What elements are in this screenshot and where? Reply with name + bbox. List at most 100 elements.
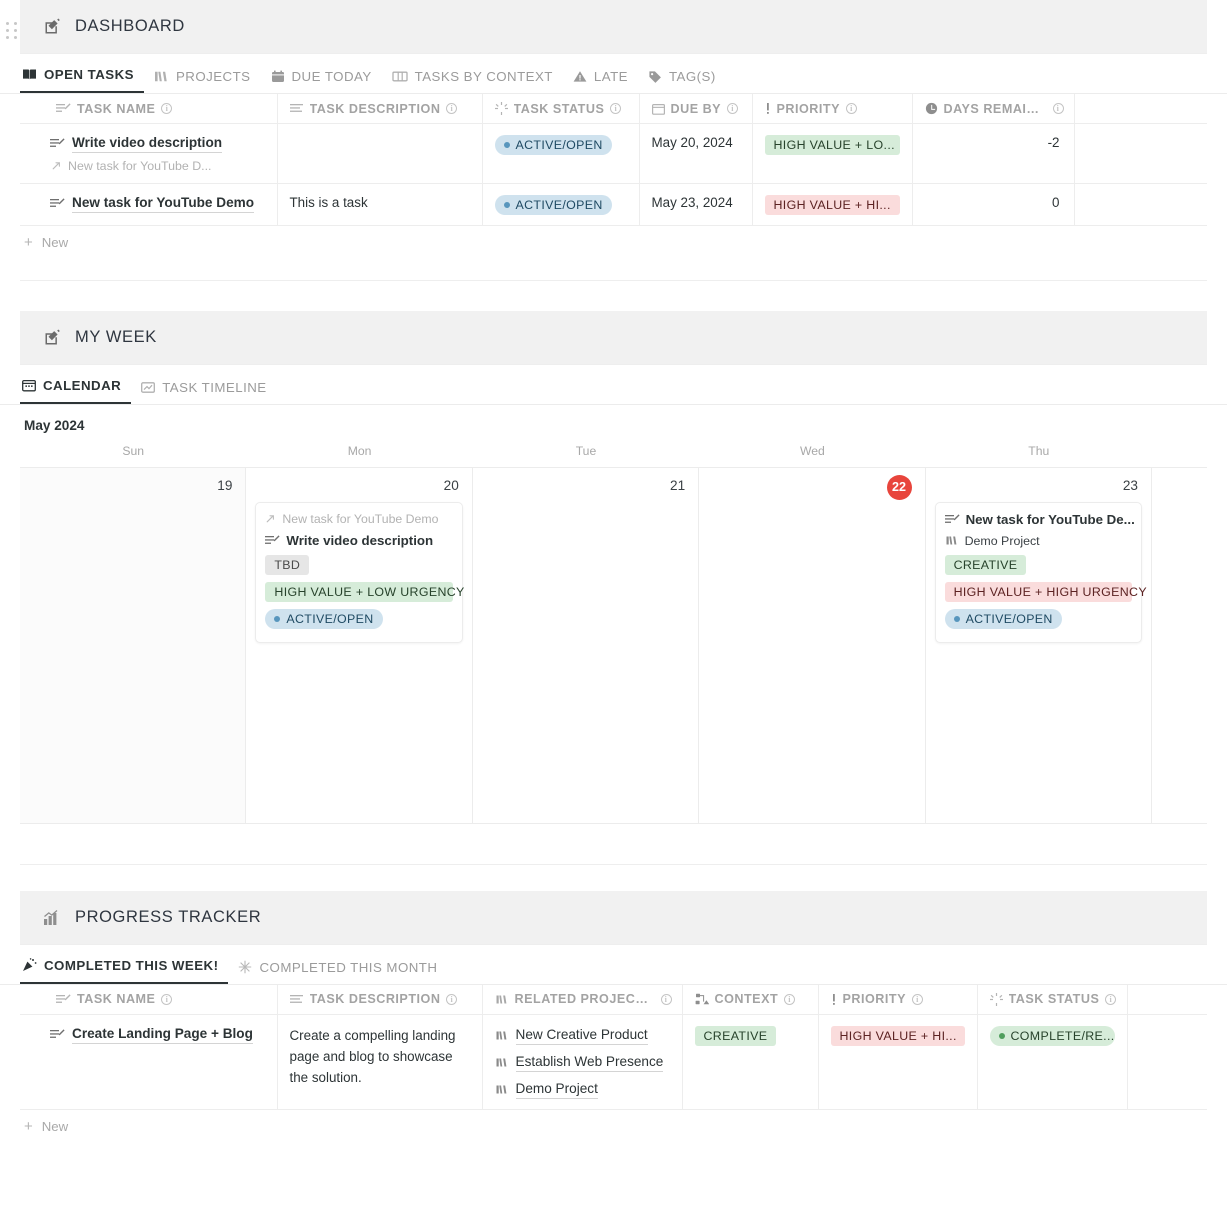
- column-days-remaining[interactable]: DAYS REMAIN... i: [912, 94, 1074, 124]
- related-project-link[interactable]: Establish Web Presence: [516, 1054, 664, 1072]
- info-icon[interactable]: i: [446, 994, 457, 1005]
- tab-calendar[interactable]: CALENDAR: [20, 378, 131, 404]
- cell-task-description[interactable]: This is a task: [277, 183, 482, 225]
- calendar-event-card[interactable]: New task for YouTube De... Demo Project …: [935, 502, 1142, 643]
- drag-handle-icon[interactable]: [6, 22, 18, 40]
- due-date-text: May 23, 2024: [640, 184, 752, 220]
- info-icon[interactable]: i: [912, 994, 923, 1005]
- status-label: ACTIVE/OPEN: [286, 612, 373, 626]
- add-new-completed-row[interactable]: + New: [0, 1110, 1227, 1143]
- status-label: ACTIVE/OPEN: [516, 198, 603, 212]
- books-icon: [945, 535, 959, 546]
- status-label: ACTIVE/OPEN: [516, 138, 603, 152]
- column-due-by[interactable]: DUE BY i: [639, 94, 752, 124]
- calendar-day-cell-partial[interactable]: [1152, 468, 1207, 823]
- tab-task-timeline[interactable]: TASK TIMELINE: [131, 380, 276, 404]
- info-icon[interactable]: i: [446, 103, 457, 114]
- status-label: ACTIVE/OPEN: [966, 612, 1053, 626]
- calendar-day-cell-21[interactable]: 21: [473, 468, 699, 823]
- tab-tags[interactable]: TAG(S): [638, 69, 726, 93]
- column-context[interactable]: CONTEXT i: [682, 985, 818, 1015]
- task-name-link[interactable]: Write video description: [72, 135, 222, 153]
- cell-days-remaining[interactable]: -2: [912, 124, 1074, 184]
- tab-open-tasks[interactable]: OPEN TASKS: [20, 67, 144, 93]
- column-task-status[interactable]: TASK STATUS i: [482, 94, 639, 124]
- calendar-day-cell-20[interactable]: 20 New task for YouTube Demo Write video…: [246, 468, 472, 823]
- task-name-link[interactable]: New task for YouTube Demo: [72, 195, 254, 213]
- column-priority[interactable]: PRIORITY i: [752, 94, 912, 124]
- task-lines-icon: [50, 198, 65, 209]
- cell-days-remaining[interactable]: 0: [912, 183, 1074, 225]
- cell-task-description[interactable]: [277, 124, 482, 184]
- info-icon[interactable]: i: [1105, 994, 1116, 1005]
- tab-completed-this-month[interactable]: COMPLETED THIS MONTH: [228, 960, 447, 984]
- cell-task-name[interactable]: Create Landing Page + Blog: [20, 1014, 277, 1109]
- info-icon[interactable]: i: [727, 103, 738, 114]
- tab-completed-this-week[interactable]: COMPLETED THIS WEEK!: [20, 958, 228, 984]
- column-task-description[interactable]: TASK DESCRIPTION i: [277, 94, 482, 124]
- info-icon[interactable]: i: [661, 994, 672, 1005]
- cell-task-status[interactable]: ACTIVE/OPEN: [482, 183, 639, 225]
- cell-priority[interactable]: HIGH VALUE + LO...: [752, 124, 912, 184]
- tab-label: OPEN TASKS: [44, 67, 134, 82]
- calendar-month-label: May 2024: [0, 405, 1227, 444]
- my-week-tab-bar: CALENDAR TASK TIMELINE: [0, 365, 1227, 405]
- clock-icon: [925, 102, 938, 115]
- related-project-link[interactable]: Demo Project: [516, 1081, 598, 1099]
- cell-task-name[interactable]: Write video description New task for You…: [20, 124, 277, 184]
- related-project-link[interactable]: New Creative Product: [516, 1027, 648, 1045]
- context-badge: CREATIVE: [695, 1026, 777, 1046]
- books-icon: [495, 994, 509, 1005]
- tab-label: TASK TIMELINE: [162, 380, 266, 395]
- tab-projects[interactable]: PROJECTS: [144, 69, 261, 93]
- edit-square-icon: [42, 328, 61, 347]
- info-icon[interactable]: i: [161, 103, 172, 114]
- column-task-status[interactable]: TASK STATUS i: [977, 985, 1127, 1015]
- book-icon: [22, 68, 37, 81]
- cell-due-by[interactable]: May 23, 2024: [639, 183, 752, 225]
- section-banner-my-week: MY WEEK: [20, 311, 1207, 364]
- divider: [20, 280, 1207, 281]
- cell-task-name[interactable]: New task for YouTube Demo: [20, 183, 277, 225]
- column-related-projects[interactable]: RELATED PROJECT(S) i: [482, 985, 682, 1015]
- status-label: COMPLETE/RE...: [1011, 1029, 1115, 1043]
- column-task-description[interactable]: TASK DESCRIPTION i: [277, 985, 482, 1015]
- tab-late[interactable]: LATE: [563, 69, 638, 93]
- info-icon[interactable]: i: [161, 994, 172, 1005]
- add-new-task-row[interactable]: + New: [0, 226, 1227, 259]
- open-tasks-table: TASK NAME i TASK DESCRIPTION i TASK STAT…: [0, 94, 1227, 226]
- calendar-event-card[interactable]: New task for YouTube Demo Write video de…: [255, 502, 462, 643]
- info-icon[interactable]: i: [1053, 103, 1064, 114]
- cell-priority[interactable]: HIGH VALUE + HI...: [752, 183, 912, 225]
- arrow-up-right-icon: [265, 513, 276, 524]
- cell-priority[interactable]: HIGH VALUE + HI...: [818, 1014, 977, 1109]
- tab-tasks-by-context[interactable]: TASKS BY CONTEXT: [382, 69, 563, 93]
- new-row-label: New: [42, 1119, 68, 1134]
- calendar-day-cell-19[interactable]: 19: [20, 468, 246, 823]
- info-icon[interactable]: i: [846, 103, 857, 114]
- calendar-grid-icon: [22, 379, 36, 392]
- cell-task-status[interactable]: COMPLETE/RE...: [977, 1014, 1127, 1109]
- cell-task-status[interactable]: ACTIVE/OPEN: [482, 124, 639, 184]
- calendar-day-cell-22[interactable]: 22: [699, 468, 925, 823]
- cell-related-projects[interactable]: New Creative Product Establish Web Prese…: [482, 1014, 682, 1109]
- column-task-name[interactable]: TASK NAME i: [20, 94, 277, 124]
- column-priority[interactable]: PRIORITY i: [818, 985, 977, 1015]
- text-lines-icon: [290, 994, 304, 1005]
- exclamation-icon: [831, 993, 837, 1006]
- cell-due-by[interactable]: May 20, 2024: [639, 124, 752, 184]
- calendar-day-cell-23[interactable]: 23 New task for YouTube De... Demo Proje…: [926, 468, 1152, 823]
- table-row[interactable]: Write video description New task for You…: [20, 124, 1207, 184]
- task-description-text: [278, 124, 482, 145]
- event-tag-status: ACTIVE/OPEN: [945, 609, 1062, 629]
- info-icon[interactable]: i: [610, 103, 621, 114]
- cell-context[interactable]: CREATIVE: [682, 1014, 818, 1109]
- table-row[interactable]: New task for YouTube Demo This is a task…: [20, 183, 1207, 225]
- table-row[interactable]: Create Landing Page + Blog Create a comp…: [20, 1014, 1207, 1109]
- tab-due-today[interactable]: DUE TODAY: [261, 69, 382, 93]
- task-name-link[interactable]: Create Landing Page + Blog: [72, 1026, 253, 1044]
- info-icon[interactable]: i: [784, 994, 795, 1005]
- cell-task-description[interactable]: Create a compelling landing page and blo…: [277, 1014, 482, 1109]
- event-title: New task for YouTube De...: [966, 512, 1135, 527]
- column-task-name[interactable]: TASK NAME i: [20, 985, 277, 1015]
